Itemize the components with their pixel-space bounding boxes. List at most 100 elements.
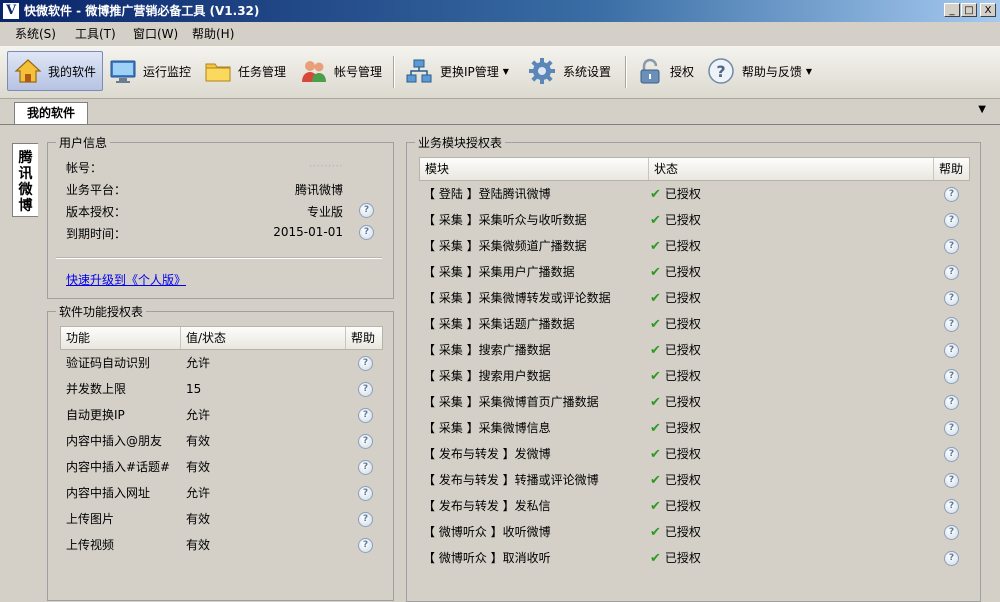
help-icon[interactable]: ? (944, 343, 959, 358)
feature-name: 并发数上限 (66, 382, 127, 396)
table-row[interactable]: 自动更换IP 允许? (60, 402, 383, 428)
table-row[interactable]: 【 发布与转发 】发私信 ✔ 已授权? (419, 493, 970, 519)
help-icon[interactable]: ? (944, 291, 959, 306)
table-row[interactable]: 【 微博听众 】取消收听 ✔ 已授权? (419, 545, 970, 571)
table-row[interactable]: 【 采集 】搜索用户数据 ✔ 已授权? (419, 363, 970, 389)
help-icon[interactable]: ? (944, 187, 959, 202)
help-icon[interactable]: ? (358, 382, 373, 397)
minimize-button[interactable]: _ (944, 3, 960, 17)
help-icon[interactable]: ? (944, 213, 959, 228)
table-row[interactable]: 【 采集 】采集听众与收听数据 ✔ 已授权? (419, 207, 970, 233)
table-row[interactable]: 内容中插入网址 允许? (60, 480, 383, 506)
module-status: ✔ 已授权 (650, 415, 701, 441)
help-icon[interactable]: ? (358, 512, 373, 527)
table-row[interactable]: 验证码自动识别 允许? (60, 350, 383, 376)
table-row[interactable]: 【 采集 】采集微博转发或评论数据 ✔ 已授权? (419, 285, 970, 311)
run-monitor-button[interactable]: 运行监控 (103, 51, 195, 91)
modules-table-header: 模块 状态 帮助 (419, 157, 970, 181)
table-row[interactable]: 【 发布与转发 】转播或评论微博 ✔ 已授权? (419, 467, 970, 493)
table-row[interactable]: 并发数上限 15? (60, 376, 383, 402)
authorize-button[interactable]: 授权 (630, 51, 698, 91)
help-icon[interactable]: ? (944, 551, 959, 566)
check-icon: ✔ (650, 499, 661, 514)
task-manage-button[interactable]: 任务管理 (198, 51, 290, 91)
module-name: 【 微博听众 】取消收听 (423, 551, 551, 565)
status-text: 已授权 (664, 265, 701, 279)
help-icon[interactable]: ? (358, 538, 373, 553)
menu-bar: 系统(S) 工具(T) 窗口(W) 帮助(H) (0, 22, 1000, 46)
help-icon[interactable]: ? (944, 525, 959, 540)
toolbar-separator (625, 56, 627, 88)
menu-system[interactable]: 系统(S) (15, 26, 56, 42)
help-feedback-button[interactable]: ? 帮助与反馈 ▼ (700, 51, 818, 91)
feature-value: 15 (186, 382, 202, 396)
help-icon[interactable]: ? (944, 265, 959, 280)
help-icon[interactable]: ? (358, 486, 373, 501)
help-icon[interactable]: ? (944, 369, 959, 384)
check-icon: ✔ (650, 187, 661, 202)
table-row[interactable]: 【 采集 】采集微博首页广播数据 ✔ 已授权? (419, 389, 970, 415)
account-manage-button[interactable]: 帐号管理 (294, 51, 386, 91)
table-row[interactable]: 【 采集 】采集话题广播数据 ✔ 已授权? (419, 311, 970, 337)
license-help-icon[interactable]: ? (359, 203, 374, 218)
help-icon[interactable]: ? (358, 408, 373, 423)
table-row[interactable]: 内容中插入#话题# 有效? (60, 454, 383, 480)
col-feature[interactable]: 功能 (61, 327, 181, 349)
table-row[interactable]: 【 采集 】采集微频道广播数据 ✔ 已授权? (419, 233, 970, 259)
status-text: 已授权 (664, 447, 701, 461)
status-text: 已授权 (664, 525, 701, 539)
col-help[interactable]: 帮助 (934, 158, 969, 180)
status-text: 已授权 (664, 551, 701, 565)
menu-help[interactable]: 帮助(H) (192, 26, 234, 42)
table-row[interactable]: 上传图片 有效? (60, 506, 383, 532)
table-row[interactable]: 内容中插入@朋友 有效? (60, 428, 383, 454)
close-button[interactable]: X (980, 3, 996, 17)
help-icon[interactable]: ? (358, 460, 373, 475)
check-icon: ✔ (650, 395, 661, 410)
expiry-help-icon[interactable]: ? (359, 225, 374, 240)
help-icon[interactable]: ? (944, 317, 959, 332)
upgrade-link[interactable]: 快速升级到《个人版》 (66, 271, 186, 288)
feature-name: 内容中插入网址 (66, 486, 151, 500)
table-row[interactable]: 【 登陆 】登陆腾讯微博 ✔ 已授权? (419, 181, 970, 207)
feature-name: 自动更换IP (66, 408, 125, 422)
table-row[interactable]: 【 发布与转发 】发微博 ✔ 已授权? (419, 441, 970, 467)
help-icon[interactable]: ? (944, 499, 959, 514)
features-table-header: 功能 值/状态 帮助 (60, 326, 383, 350)
table-row[interactable]: 【 采集 】搜索广播数据 ✔ 已授权? (419, 337, 970, 363)
my-software-button[interactable]: 我的软件 (7, 51, 103, 91)
feature-name: 内容中插入#话题# (66, 460, 171, 474)
check-icon: ✔ (650, 239, 661, 254)
tab-list-dropdown-icon[interactable]: ▼ (978, 104, 986, 115)
help-icon[interactable]: ? (944, 239, 959, 254)
col-status[interactable]: 状态 (649, 158, 934, 180)
change-ip-button[interactable]: 更换IP管理 ▼ (398, 51, 516, 91)
menu-window[interactable]: 窗口(W) (133, 26, 178, 42)
app-icon: V (3, 3, 19, 19)
table-row[interactable]: 【 采集 】采集用户广播数据 ✔ 已授权? (419, 259, 970, 285)
help-icon[interactable]: ? (358, 356, 373, 371)
module-status: ✔ 已授权 (650, 259, 701, 285)
help-icon[interactable]: ? (358, 434, 373, 449)
lock-icon (636, 56, 664, 86)
tab-my-software[interactable]: 我的软件 (14, 102, 88, 124)
status-text: 已授权 (664, 499, 701, 513)
help-icon[interactable]: ? (944, 421, 959, 436)
menu-tools[interactable]: 工具(T) (75, 26, 116, 42)
feature-value: 有效 (186, 538, 211, 552)
check-icon: ✔ (650, 369, 661, 384)
maximize-button[interactable]: □ (961, 3, 977, 17)
help-icon[interactable]: ? (944, 395, 959, 410)
table-row[interactable]: 上传视频 有效? (60, 532, 383, 558)
col-value[interactable]: 值/状态 (181, 327, 346, 349)
table-row[interactable]: 【 微博听众 】收听微博 ✔ 已授权? (419, 519, 970, 545)
settings-button[interactable]: 系统设置 (521, 51, 617, 91)
help-icon[interactable]: ? (944, 473, 959, 488)
module-name: 【 采集 】采集微博转发或评论数据 (423, 291, 611, 305)
table-row[interactable]: 【 采集 】采集微博信息 ✔ 已授权? (419, 415, 970, 441)
account-label: 帐号： (66, 161, 103, 175)
col-help[interactable]: 帮助 (346, 327, 382, 349)
help-icon[interactable]: ? (944, 447, 959, 462)
side-tab-tencent-weibo[interactable]: 腾讯微博 (12, 143, 38, 217)
col-module[interactable]: 模块 (420, 158, 649, 180)
